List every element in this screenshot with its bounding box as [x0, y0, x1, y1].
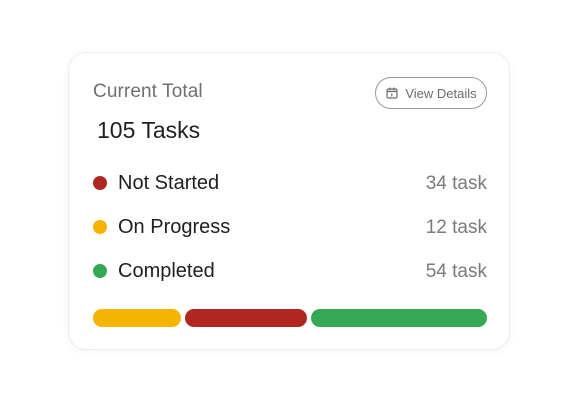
status-label-on-progress: On Progress	[118, 216, 231, 238]
progress-segment-not-started	[185, 309, 307, 327]
status-dot-completed	[93, 264, 107, 278]
calendar-icon	[385, 86, 399, 100]
status-label-not-started: Not Started	[118, 172, 220, 194]
status-row-on-progress: On Progress 12 task	[93, 215, 487, 239]
status-dot-on-progress	[93, 220, 107, 234]
status-count-on-progress: 12 task	[425, 216, 487, 238]
status-dot-not-started	[93, 176, 107, 190]
status-label-completed: Completed	[118, 260, 215, 282]
task-progress-bar	[93, 309, 487, 327]
progress-segment-completed	[311, 309, 487, 327]
view-details-button[interactable]: View Details	[375, 77, 487, 109]
progress-segment-on-progress	[93, 309, 181, 327]
status-count-not-started: 34 task	[425, 172, 487, 194]
card-title: Current Total	[93, 81, 203, 102]
view-details-label[interactable]: View Details	[405, 86, 476, 101]
status-row-completed: Completed 54 task	[93, 259, 487, 283]
status-count-completed: 54 task	[425, 260, 487, 282]
total-tasks: 105 Tasks	[97, 117, 201, 143]
status-row-not-started: Not Started 34 task	[93, 171, 487, 195]
task-summary-card: Current Total 105 Tasks View Details Not…	[68, 52, 510, 350]
